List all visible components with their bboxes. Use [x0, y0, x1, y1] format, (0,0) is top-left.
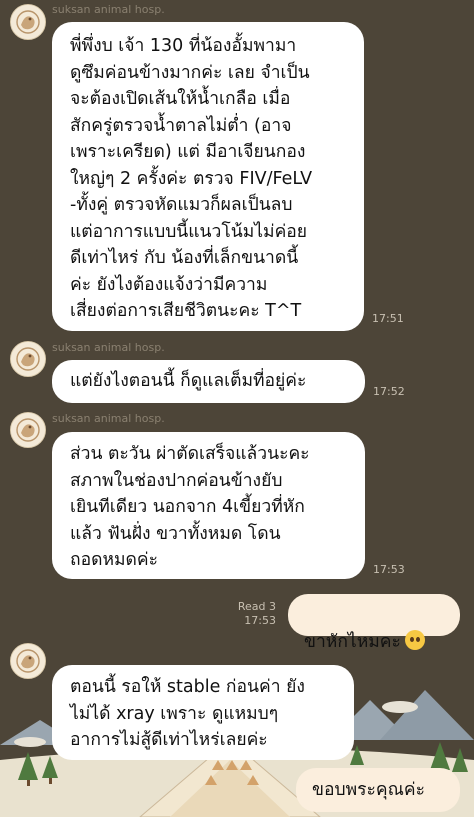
- read-receipt: Read 3 17:53: [238, 600, 276, 628]
- sender-avatar[interactable]: [10, 643, 46, 679]
- message-bubble[interactable]: ตอนนี้ รอให้ stable ก่อนค่า ยัง ไม่ได้ x…: [52, 665, 354, 760]
- sender-avatar[interactable]: [10, 4, 46, 40]
- message-time: 17:51: [372, 312, 404, 325]
- my-message-text: ขาหักไหมคะ: [304, 631, 401, 652]
- read-status: Read 3: [237, 600, 276, 613]
- hospital-logo-avatar-icon: [11, 413, 45, 447]
- message-time: 17:53: [373, 563, 405, 576]
- pleading-face-emoji-icon: [404, 629, 425, 650]
- my-message-bubble[interactable]: ขอบพระคุณค่ะ: [296, 768, 460, 812]
- sender-avatar[interactable]: [10, 341, 46, 377]
- hospital-logo-avatar-icon: [11, 644, 45, 678]
- sender-name: suksan animal hosp.: [52, 412, 165, 425]
- sender-name: suksan animal hosp.: [52, 341, 165, 354]
- sender-name: suksan animal hosp.: [52, 3, 165, 16]
- message-time: 17:53: [244, 614, 276, 627]
- my-message-bubble[interactable]: ขาหักไหมคะ: [288, 594, 460, 652]
- message-bubble[interactable]: แต่ยังไงตอนนี้ ก็ดูแลเต็มที่อยู่ค่ะ: [52, 360, 365, 403]
- message-bubble[interactable]: ส่วน ตะวัน ผ่าตัดเสร็จแล้วนะคะ สภาพในช่อ…: [52, 432, 365, 579]
- sender-avatar[interactable]: [10, 412, 46, 448]
- hospital-logo-avatar-icon: [11, 342, 45, 376]
- message-bubble[interactable]: พี่พึ่งบ เจ้า 130 ที่น้องอั้มพามา ดูซึมค…: [52, 22, 364, 331]
- hospital-logo-avatar-icon: [11, 5, 45, 39]
- message-time: 17:52: [373, 385, 405, 398]
